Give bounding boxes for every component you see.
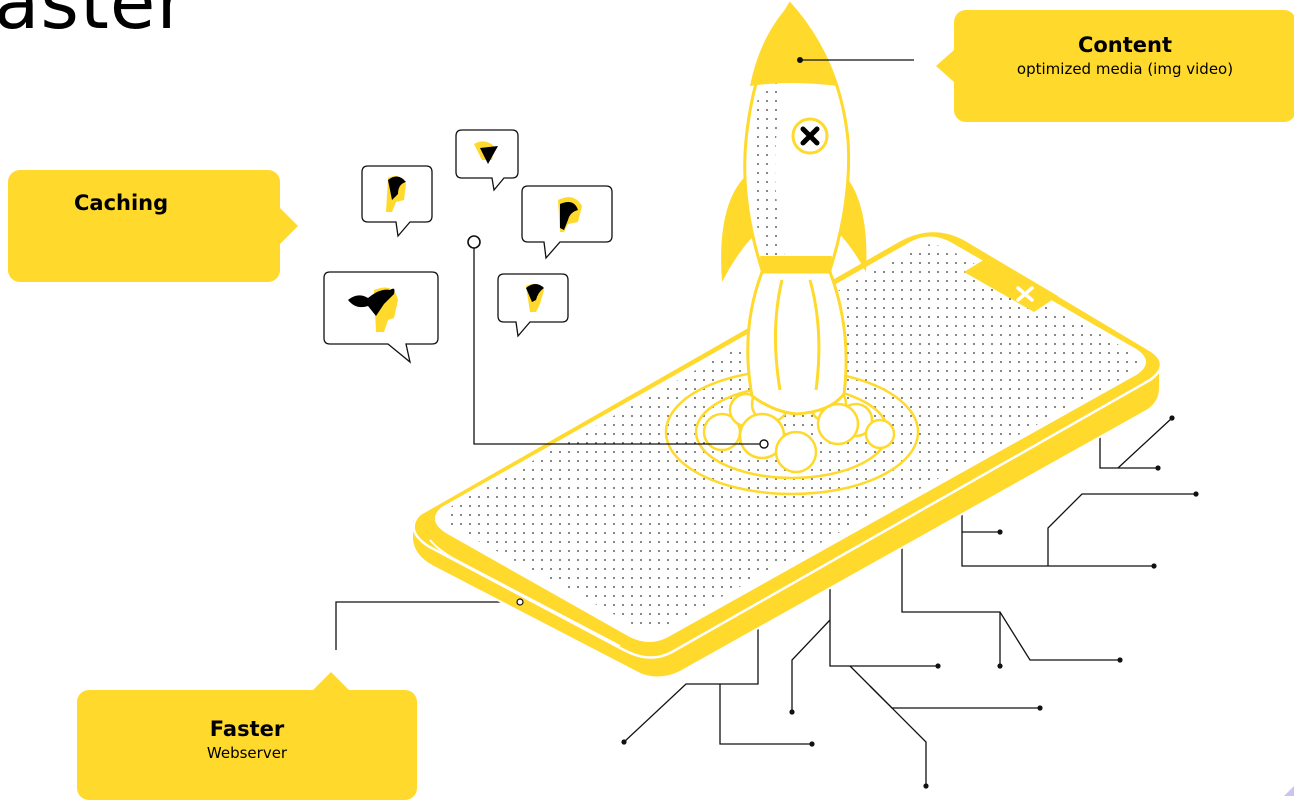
- person-chat-bubble-icon: [361, 165, 433, 238]
- content-callout-subtitle: optimized media (img video): [1016, 60, 1234, 79]
- content-callout: Content optimized media (img video): [936, 10, 1294, 122]
- circuit-line: [961, 505, 1154, 567]
- caching-callout: Caching: [8, 170, 298, 282]
- rocket-nose: [750, 4, 838, 86]
- rocket-band: [760, 256, 832, 272]
- person-chat-bubble-icon: [521, 185, 613, 260]
- rocket-flame: [746, 270, 848, 416]
- page-heading: aster: [0, 0, 188, 46]
- phone-button: [516, 598, 524, 606]
- pointer-dot: [797, 57, 803, 63]
- circuit-line: [791, 619, 831, 712]
- pointer-ring: [467, 235, 481, 249]
- person-chat-bubble-icon: [497, 273, 569, 338]
- faster-callout-subtitle: Webserver: [206, 744, 288, 763]
- circuit-line: [901, 546, 1120, 661]
- faster-callout: Faster Webserver: [77, 672, 417, 800]
- circuit-line: [1117, 417, 1173, 469]
- circuit-line: [869, 685, 927, 786]
- caching-callout-title: Caching: [74, 191, 169, 215]
- pointer-ring: [759, 439, 769, 449]
- content-callout-title: Content: [1077, 33, 1173, 57]
- person-chat-bubble-icon: [455, 129, 519, 192]
- circuit-line: [829, 584, 938, 667]
- circuit-line: [849, 665, 1040, 709]
- circuit-line: [335, 601, 520, 650]
- circuit-line: [719, 684, 812, 745]
- circuit-line: [1047, 493, 1196, 566]
- corner-accent: [1284, 786, 1294, 796]
- faster-callout-title: Faster: [209, 717, 285, 741]
- person-chat-bubble-icon: [323, 271, 439, 364]
